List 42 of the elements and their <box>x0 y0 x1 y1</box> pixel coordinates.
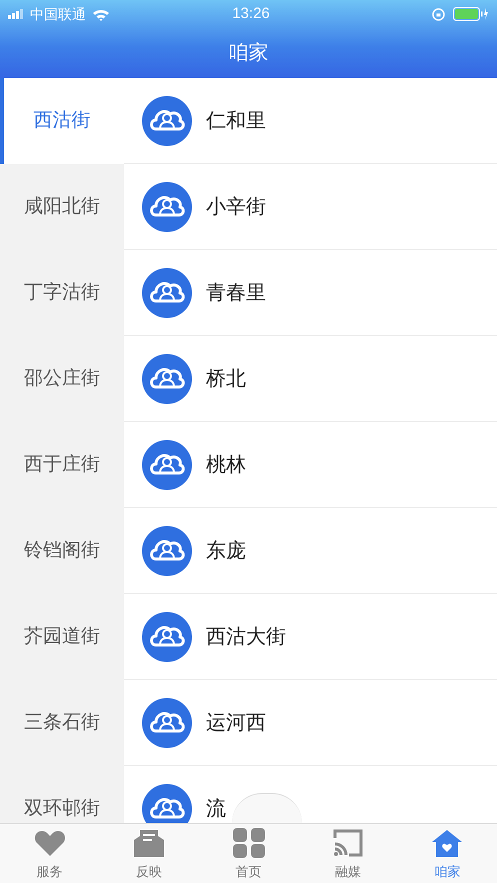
tab-bar-item[interactable]: 服务 <box>0 824 100 883</box>
community-name: 桥北 <box>206 366 246 392</box>
tab-bar-item[interactable]: 咱家 <box>398 824 497 883</box>
house-icon <box>430 828 464 858</box>
tab-bar-item[interactable]: 融媒 <box>298 824 398 883</box>
street-tab[interactable]: 邵公庄街 <box>0 336 124 422</box>
street-tab[interactable]: 西于庄街 <box>0 422 124 508</box>
carrier-name: 中国联通 <box>30 4 86 24</box>
tab-bar-item[interactable]: 首页 <box>198 824 298 883</box>
cloud-person-icon <box>142 612 192 662</box>
community-name: 仁和里 <box>206 108 266 134</box>
community-name: 桃林 <box>206 452 246 478</box>
clock-time: 13:26 <box>231 4 271 24</box>
signal-icon <box>8 9 26 19</box>
envelope-icon <box>132 828 166 858</box>
cloud-person-icon <box>142 96 192 146</box>
street-tab[interactable]: 芥园道街 <box>0 594 124 680</box>
community-name: 青春里 <box>206 280 266 306</box>
cloud-person-icon <box>142 698 192 748</box>
community-name: 西沽大街 <box>206 624 286 650</box>
battery-icon <box>453 7 489 21</box>
cloud-person-icon <box>142 526 192 576</box>
cloud-person-icon <box>142 182 192 232</box>
street-tab[interactable]: 咸阳北街 <box>0 164 124 250</box>
street-tab[interactable]: 铃铛阁街 <box>0 508 124 594</box>
cast-icon <box>330 828 365 858</box>
street-tab[interactable]: 三条石街 <box>0 680 124 766</box>
community-name: 运河西 <box>206 710 266 736</box>
community-name: 小辛街 <box>206 194 266 220</box>
tab-bar-item[interactable]: 反映 <box>99 824 199 883</box>
cloud-person-icon <box>142 268 192 318</box>
grid-icon <box>232 828 266 858</box>
street-tab[interactable]: 西沽街 <box>0 78 124 164</box>
community-name: 东庞 <box>206 538 246 564</box>
community-name: 流 <box>206 796 226 822</box>
wifi-icon <box>92 8 110 20</box>
cloud-person-icon <box>142 440 192 490</box>
street-tab[interactable]: 双环邨街 <box>0 766 124 823</box>
street-tab[interactable]: 丁字沽街 <box>0 250 124 336</box>
rotation-lock-icon <box>432 8 445 20</box>
cloud-person-icon <box>142 354 192 404</box>
page-title: 咱家 <box>228 41 268 66</box>
